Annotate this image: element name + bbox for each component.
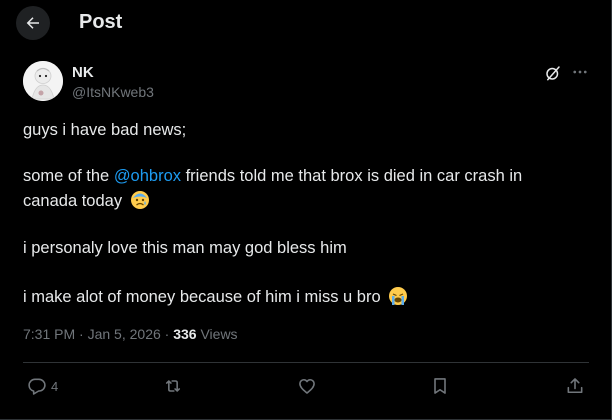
mention-link[interactable]: @ohbrox — [114, 167, 181, 185]
views-label: Views — [196, 326, 238, 342]
anxious-face-emoji-icon — [130, 191, 149, 209]
meta-separator: · — [160, 326, 174, 342]
tweet-line-2-pre: some of the — [23, 167, 114, 185]
share-button[interactable] — [565, 375, 585, 397]
author-handle[interactable]: @ItsNKweb3 — [72, 84, 154, 100]
actions-divider — [23, 362, 589, 363]
back-arrow-icon — [26, 17, 39, 29]
tweet-line-2-post: friends told me that brox is died in car… — [181, 167, 523, 185]
tweet-line-5-text: i make alot of money because of him i mi… — [23, 288, 381, 306]
author-name[interactable]: NK — [72, 64, 94, 81]
back-button[interactable] — [16, 6, 50, 40]
bookmark-icon — [434, 378, 446, 394]
avatar[interactable] — [23, 61, 63, 101]
views-count: 336 — [173, 326, 197, 342]
tweet-line-5: i make alot of money because of him i mi… — [23, 285, 583, 309]
reply-icon — [28, 378, 46, 395]
post-time[interactable]: 7:31 PM — [23, 326, 75, 342]
grok-icon[interactable] — [544, 64, 562, 82]
reply-button[interactable]: 4 — [27, 375, 58, 397]
like-icon — [299, 378, 315, 394]
reply-count: 4 — [51, 378, 59, 394]
tweet-line-1: guys i have bad news; — [23, 121, 187, 139]
meta-separator: · — [75, 326, 88, 342]
tweet-line-4: i personaly love this man may god bless … — [23, 239, 347, 257]
post-date[interactable]: Jan 5, 2026 — [88, 326, 161, 342]
crying-face-emoji-icon — [389, 287, 408, 305]
tweet-line-3-text: canada today — [23, 192, 123, 210]
bookmark-button[interactable] — [430, 375, 450, 397]
tweet-line-3: canada today — [23, 189, 583, 213]
page-title: Post — [79, 11, 123, 33]
page-header: Post — [0, 0, 611, 47]
like-button[interactable] — [297, 375, 317, 397]
retweet-icon — [165, 380, 181, 392]
more-icon[interactable] — [571, 63, 589, 81]
share-icon — [567, 378, 583, 394]
retweet-button[interactable] — [163, 375, 183, 397]
post-meta: 7:31 PM · Jan 5, 2026 · 336 Views — [23, 326, 238, 342]
tweet-line-2: some of the @ohbrox friends told me that… — [23, 164, 583, 188]
